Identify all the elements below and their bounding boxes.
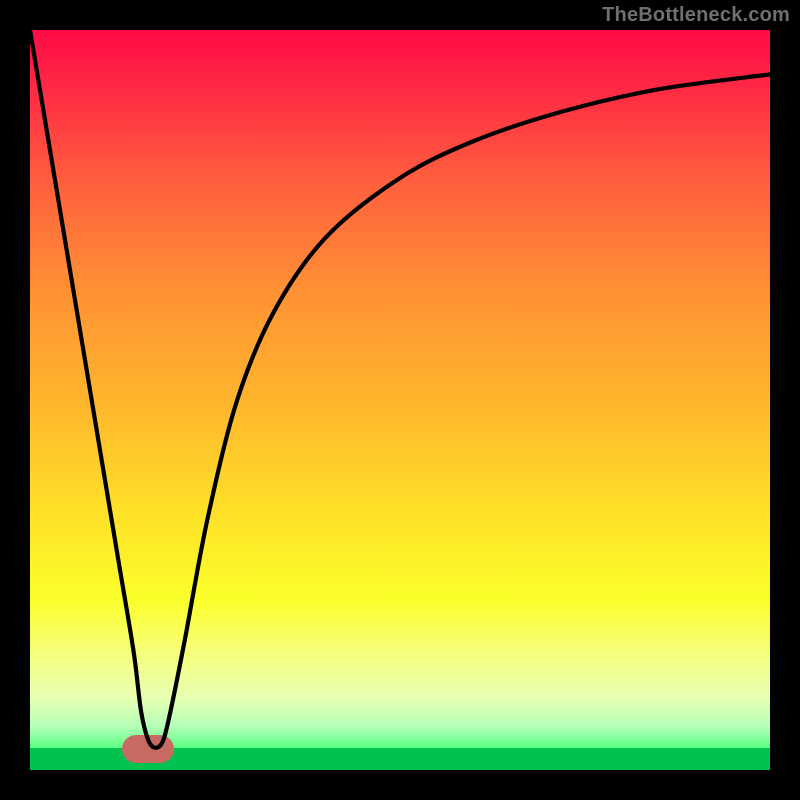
chart-frame: TheBottleneck.com	[0, 0, 800, 800]
bottleneck-curve	[30, 30, 770, 748]
curve-svg	[30, 30, 770, 770]
watermark-text: TheBottleneck.com	[602, 4, 790, 27]
plot-area	[30, 30, 770, 770]
